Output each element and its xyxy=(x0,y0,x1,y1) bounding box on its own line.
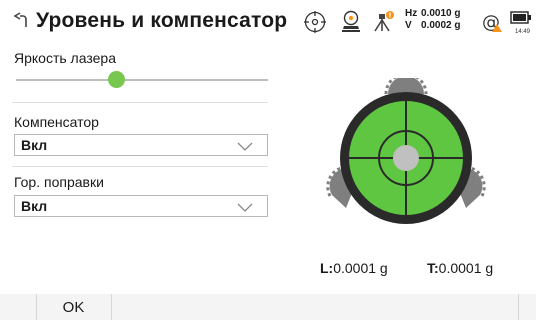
instrument-icon[interactable] xyxy=(340,10,362,39)
tilt-readout: Hz 0.0010 g V 0.0002 g xyxy=(405,8,460,32)
laser-brightness-slider-thumb[interactable] xyxy=(108,71,125,88)
footer-separator xyxy=(518,294,519,320)
hz-label: Hz xyxy=(405,8,418,19)
l-value: 0.0001 g xyxy=(333,260,388,276)
t-value: 0.0001 g xyxy=(438,260,494,276)
footer-separator xyxy=(111,294,112,320)
horizontal-corrections-select[interactable]: Вкл xyxy=(14,195,268,217)
v-label: V xyxy=(405,20,412,31)
page-title: Уровень и компенсатор xyxy=(36,9,288,32)
divider xyxy=(12,102,268,103)
t-label: T: xyxy=(427,260,439,276)
horizontal-corrections-label: Гор. поправки xyxy=(14,174,104,190)
battery-icon xyxy=(510,10,532,31)
chevron-down-icon xyxy=(237,139,253,151)
footer-bar: OK xyxy=(0,294,536,320)
electronic-level-bubble xyxy=(326,72,486,228)
ok-button[interactable]: OK xyxy=(36,294,111,320)
back-arrow-icon[interactable] xyxy=(10,12,28,32)
v-value: 0.0002 g xyxy=(421,20,461,31)
horizontal-corrections-value: Вкл xyxy=(21,198,48,214)
transverse-tilt-readout: T:0.0001 g xyxy=(427,260,493,276)
hz-value: 0.0010 g xyxy=(421,8,461,19)
compensator-label: Компенсатор xyxy=(14,114,99,130)
header-bar: Уровень и компенсатор ! Hz 0.0010 g V 0.… xyxy=(0,0,536,44)
at-warning-icon[interactable]: @ xyxy=(482,10,504,39)
svg-text:!: ! xyxy=(388,12,391,20)
target-icon[interactable] xyxy=(303,10,327,39)
laser-brightness-label: Яркость лазера xyxy=(14,50,116,66)
chevron-down-icon xyxy=(237,200,253,212)
compensator-value: Вкл xyxy=(21,137,48,153)
tripod-warning-icon[interactable]: ! xyxy=(372,10,396,39)
laser-brightness-slider[interactable] xyxy=(16,79,268,81)
divider xyxy=(12,166,268,167)
l-label: L: xyxy=(320,260,334,276)
compensator-select[interactable]: Вкл xyxy=(14,134,268,156)
clock-text: 14:49 xyxy=(515,29,531,35)
longitudinal-tilt-readout: L:0.0001 g xyxy=(320,260,388,276)
